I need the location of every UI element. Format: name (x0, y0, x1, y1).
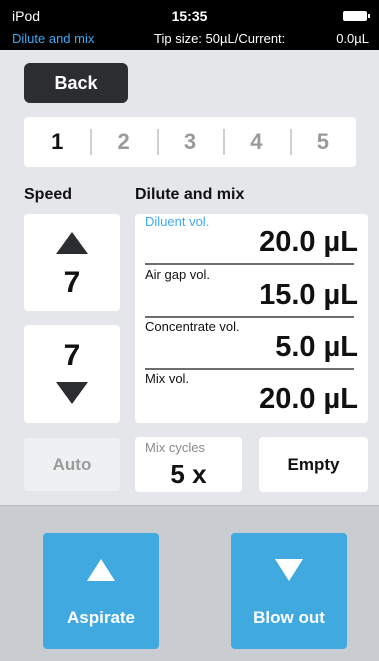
field-divider (145, 316, 354, 318)
aspirate-button[interactable]: Aspirate (43, 533, 159, 649)
step-selector: 1 2 3 4 5 (24, 117, 356, 167)
mix-volume-label: Mix vol. (145, 371, 190, 386)
speed-label: Speed (24, 186, 73, 203)
battery-icon (343, 11, 370, 21)
dispense-speed-button[interactable]: 7 (24, 325, 120, 423)
action-bar: Aspirate Blow out (0, 505, 379, 661)
field-divider (145, 368, 354, 370)
concentrate-volume-label: Concentrate vol. (145, 319, 240, 334)
triangle-up-icon (56, 232, 88, 254)
diluent-volume-label: Diluent vol. (145, 214, 210, 229)
clock: 15:35 (171, 8, 208, 24)
aspirate-label: Aspirate (66, 608, 136, 627)
aspirate-speed-value: 7 (63, 266, 81, 299)
dispense-speed-value: 7 (63, 339, 81, 372)
tip-size-label: Tip size: 50µL/Current: (154, 31, 286, 46)
air-gap-volume-value: 15.0 µL (259, 279, 358, 311)
air-gap-volume-field[interactable]: Air gap vol. 15.0 µL (135, 267, 368, 319)
mix-volume-field[interactable]: Mix vol. 20.0 µL (135, 371, 368, 423)
air-gap-volume-label: Air gap vol. (145, 267, 211, 282)
blow-out-label: Blow out (253, 608, 325, 627)
mix-cycles-value: 5 x (170, 459, 207, 489)
diluent-volume-value: 20.0 µL (259, 226, 358, 258)
main-panel: Back 1 2 3 4 5 Speed Dilute and mix 7 7 … (0, 50, 379, 505)
auto-button[interactable]: Auto (24, 438, 120, 491)
concentrate-volume-value: 5.0 µL (275, 331, 358, 363)
empty-button[interactable]: Empty (259, 437, 368, 492)
mix-cycles-field[interactable]: Mix cycles 5 x (135, 437, 242, 492)
current-volume: 0.0µL (336, 31, 369, 46)
aspirate-speed-button[interactable]: 7 (24, 214, 120, 311)
triangle-up-icon (87, 559, 115, 581)
step-5[interactable]: 5 (289, 117, 356, 167)
concentrate-volume-field[interactable]: Concentrate vol. 5.0 µL (135, 319, 368, 371)
volume-panel: Diluent vol. 20.0 µL Air gap vol. 15.0 µ… (135, 214, 368, 423)
step-3[interactable]: 3 (156, 117, 223, 167)
triangle-down-icon (275, 559, 303, 581)
diluent-volume-field[interactable]: Diluent vol. 20.0 µL (135, 214, 368, 266)
step-2[interactable]: 2 (90, 117, 156, 167)
triangle-down-icon (56, 382, 88, 404)
mix-volume-value: 20.0 µL (259, 383, 358, 415)
status-bar: iPod 15:35 Dilute and mix Tip size: 50µL… (0, 0, 379, 50)
mix-cycles-label: Mix cycles (145, 440, 205, 455)
step-1[interactable]: 1 (24, 117, 90, 167)
back-button[interactable]: Back (24, 63, 128, 103)
field-divider (145, 263, 354, 265)
mode-title: Dilute and mix (135, 186, 245, 203)
blow-out-button[interactable]: Blow out (231, 533, 347, 649)
mode-label: Dilute and mix (12, 31, 95, 46)
step-4[interactable]: 4 (223, 117, 289, 167)
